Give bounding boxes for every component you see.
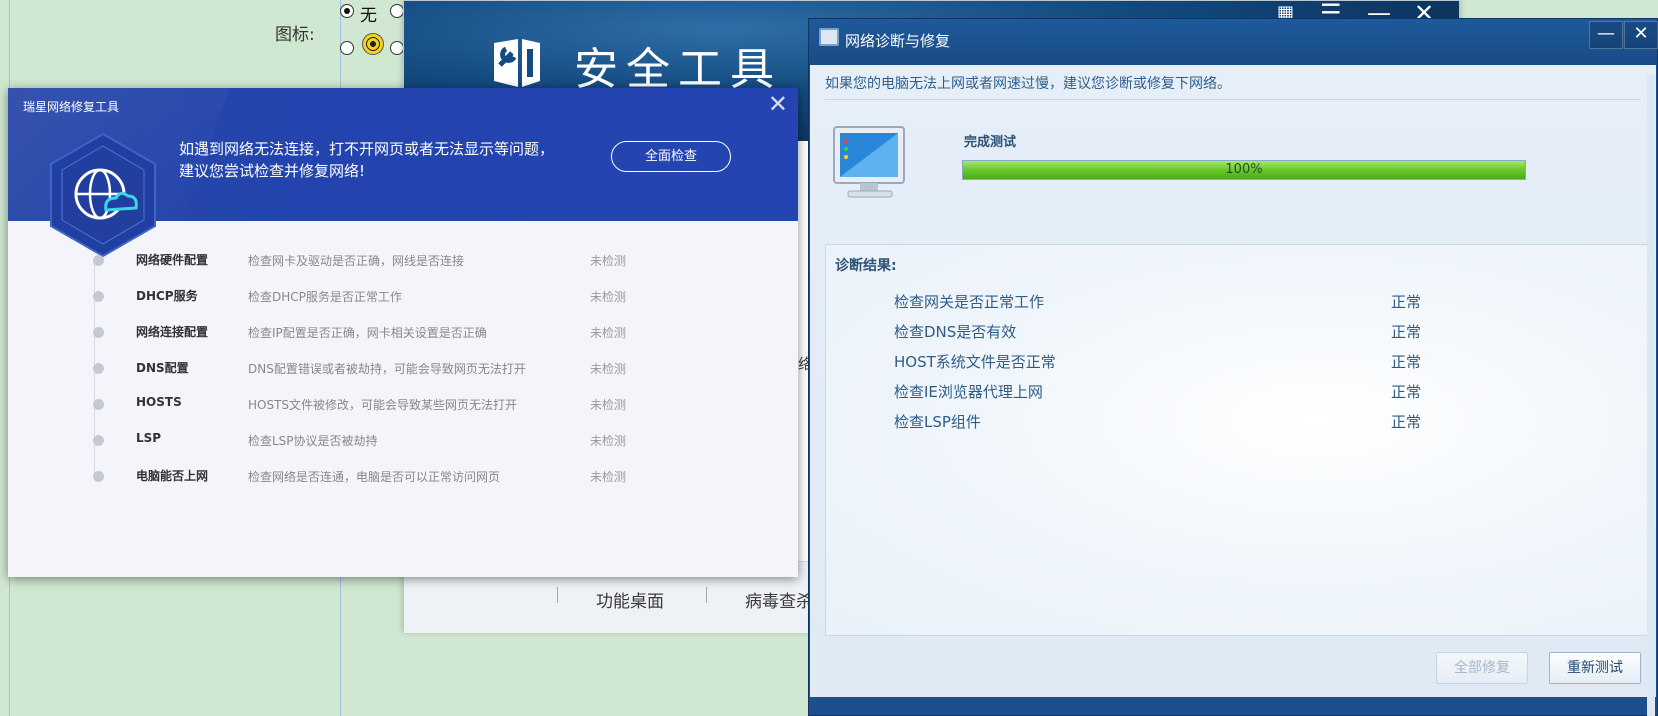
computer-monitor-icon [833,126,905,198]
title-bar: 网络诊断与修复 — ✕ [809,19,1658,65]
check-item-status: 未检测 [590,434,627,448]
network-globe-icon [50,132,156,258]
radio-option-radiation[interactable] [340,41,354,55]
icon-setting-label: 图标: [275,25,315,45]
tab-virus-scan[interactable]: 病毒查杀 [745,587,813,612]
divider [825,99,1641,100]
tab-separator [706,587,707,603]
network-diagnose-window: 网络诊断与修复 — ✕ 如果您的电脑无法上网或者网速过慢，建议您诊断或修复下网络… [808,18,1658,716]
result-check: 检查网关是否正常工作 [894,293,1045,311]
message-line-2: 建议您尝试检查并修复网络! [179,162,366,180]
retest-button[interactable]: 重新测试 [1549,652,1641,684]
check-item-status: 未检测 [590,326,627,340]
result-check: HOST系统文件是否正常 [894,353,1056,371]
minimize-button[interactable]: — [1589,21,1623,49]
scrollbar[interactable] [1647,75,1655,716]
ruixing-network-repair-window: 瑞星网络修复工具 ✕ 如遇到网络无法连接，打不开网页或者无法显示等问题， 建议您… [8,88,798,577]
check-item-desc: DNS配置错误或者被劫持，可能会导致网页无法打开 [248,362,526,376]
monitor-app-icon [819,28,839,46]
check-item: 网络硬件配置 检查网卡及驱动是否正确，网线是否连接 未检测 [8,250,798,280]
check-item-status: 未检测 [590,362,627,376]
repair-all-button[interactable]: 全部修复 [1436,652,1528,684]
window-title: 网络诊断与修复 [845,32,951,50]
progress-bar: 100% [962,160,1526,180]
result-status: 正常 [1391,293,1422,311]
window-title: 瑞星网络修复工具 [23,100,120,114]
result-row: HOST系统文件是否正常 正常 [826,351,1647,375]
radio-option-4[interactable] [390,41,404,55]
check-item-desc: 检查LSP协议是否被劫持 [248,434,378,448]
check-item: HOSTS HOSTS文件被修改，可能会导致某些网页无法打开 未检测 [8,394,798,424]
check-item-desc: 检查DHCP服务是否正常工作 [248,290,402,304]
result-check: 检查IE浏览器代理上网 [894,383,1043,401]
result-check: 检查DNS是否有效 [894,323,1017,341]
check-item: DHCP服务 检查DHCP服务是否正常工作 未检测 [8,286,798,316]
result-row: 检查IE浏览器代理上网 正常 [826,381,1647,405]
result-row: 检查LSP组件 正常 [826,411,1647,435]
result-row: 检查DNS是否有效 正常 [826,321,1647,345]
check-item: DNS配置 DNS配置错误或者被劫持，可能会导致网页无法打开 未检测 [8,358,798,388]
status-dot [93,471,104,482]
status-dot [93,399,104,410]
check-item-desc: 检查网卡及驱动是否正确，网线是否连接 [248,254,465,268]
radio-option-2[interactable] [390,4,404,18]
check-item-name: DHCP服务 [136,289,198,303]
diagnose-tip: 如果您的电脑无法上网或者网速过慢，建议您诊断或修复下网络。 [825,76,1231,92]
check-item-name: 网络连接配置 [136,325,209,339]
radiation-icon [362,33,384,55]
radio-none-label: 无 [360,6,377,26]
check-item: 网络连接配置 检查IP配置是否正确，网卡相关设置是否正确 未检测 [8,322,798,352]
result-row: 检查网关是否正常工作 正常 [826,291,1647,315]
check-item-status: 未检测 [590,398,627,412]
test-complete-label: 完成测试 [964,135,1017,150]
check-item: LSP 检查LSP协议是否被劫持 未检测 [8,430,798,460]
status-dot [93,435,104,446]
message-line-1: 如遇到网络无法连接，打不开网页或者无法显示等问题， [179,140,555,158]
check-item-status: 未检测 [590,290,627,304]
check-item-name: LSP [136,431,162,445]
diagnose-body: 如果您的电脑无法上网或者网速过慢，建议您诊断或修复下网络。 完成测试 100% … [810,65,1656,697]
check-item-name: 网络硬件配置 [136,253,209,267]
tab-function-desktop[interactable]: 功能桌面 [596,587,664,612]
close-button[interactable]: ✕ [1624,21,1658,49]
result-status: 正常 [1391,353,1422,371]
check-item-desc: 检查网络是否连通，电脑是否可以正常访问网页 [248,470,501,484]
results-title: 诊断结果: [835,258,897,274]
check-item-desc: 检查IP配置是否正确，网卡相关设置是否正确 [248,326,487,340]
repair-message: 如遇到网络无法连接，打不开网页或者无法显示等问题， 建议您尝试检查并修复网络! [179,138,589,182]
status-dot [93,255,104,266]
result-check: 检查LSP组件 [894,413,981,431]
check-item-status: 未检测 [590,470,627,484]
status-dot [93,327,104,338]
full-check-button[interactable]: 全面检查 [611,141,731,172]
result-status: 正常 [1391,323,1422,341]
status-dot [93,291,104,302]
diagnose-results-panel: 诊断结果: 检查网关是否正常工作 正常 检查DNS是否有效 正常 HOST系统文… [825,244,1648,636]
tab-separator [557,587,558,603]
status-dot [93,363,104,374]
close-icon[interactable]: ✕ [768,92,788,116]
result-status: 正常 [1391,413,1422,431]
check-item-name: 电脑能否上网 [136,469,209,483]
radio-none[interactable] [340,4,354,18]
check-item-name: HOSTS [136,395,182,409]
check-item-desc: HOSTS文件被修改，可能会导致某些网页无法打开 [248,398,518,412]
progress-text: 100% [1225,162,1263,177]
check-item: 电脑能否上网 检查网络是否连通，电脑是否可以正常访问网页 未检测 [8,466,798,496]
check-item-status: 未检测 [590,254,627,268]
result-status: 正常 [1391,383,1422,401]
check-item-name: DNS配置 [136,361,189,375]
wrench-shield-icon [494,39,540,87]
